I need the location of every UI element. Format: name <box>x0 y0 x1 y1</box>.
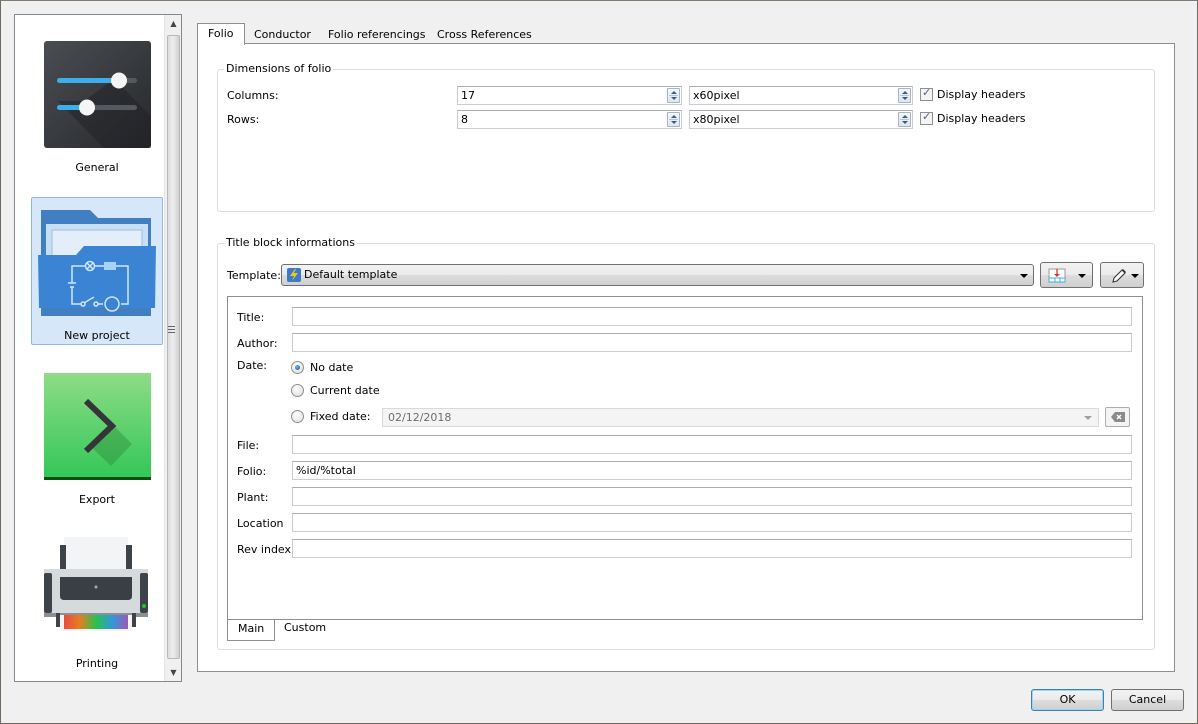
template-label: Template: <box>227 269 281 282</box>
author-input[interactable] <box>292 333 1132 352</box>
file-label: File: <box>237 439 260 452</box>
sliders-icon <box>44 41 151 148</box>
backspace-icon <box>1111 412 1125 422</box>
lightning-icon <box>287 268 301 282</box>
row-height-value: x80pixel <box>693 113 740 126</box>
columns-display-headers-checkbox[interactable]: ✓ <box>920 86 933 101</box>
title-label: Title: <box>237 311 265 324</box>
spinner-arrows-icon[interactable] <box>667 88 680 103</box>
tab-custom[interactable]: Custom <box>274 619 336 639</box>
rows-value: 8 <box>461 113 468 126</box>
sidebar-item-label: General <box>75 161 119 174</box>
fixed-date-input[interactable]: 02/12/2018 <box>382 408 1099 427</box>
edit-template-button[interactable] <box>1100 262 1144 288</box>
columns-label: Columns: <box>227 89 279 102</box>
rows-label: Rows: <box>227 113 260 126</box>
sidebar-scrollbar[interactable]: ▲ ▼ <box>164 15 181 681</box>
file-input[interactable] <box>292 435 1132 454</box>
template-value: Default template <box>304 268 398 281</box>
sidebar-item-new-project[interactable]: New project <box>31 197 163 345</box>
rows-spinbox[interactable]: 8 <box>457 110 682 129</box>
folder-circuit-icon <box>38 210 156 316</box>
no-date-radio[interactable] <box>291 361 304 374</box>
current-date-label: Current date <box>310 384 380 397</box>
sidebar-item-label: Printing <box>75 657 119 670</box>
config-page-list[interactable]: General New project Export Printing ▲ ▼ <box>14 14 182 682</box>
column-width-spinbox[interactable]: x60pixel <box>689 86 913 105</box>
check-icon: ✓ <box>922 110 932 123</box>
chevron-down-icon <box>1131 274 1139 278</box>
no-date-label: No date <box>310 361 354 374</box>
fixed-date-label: Fixed date: <box>310 410 371 423</box>
cancel-button[interactable]: Cancel <box>1111 689 1184 711</box>
author-label: Author: <box>237 337 278 350</box>
rev-index-label: Rev index <box>237 543 292 556</box>
pencil-icon <box>1112 269 1126 283</box>
group-title: Title block informations <box>224 236 357 249</box>
fixed-date-radio[interactable] <box>291 410 304 423</box>
group-title: Dimensions of folio <box>224 62 334 75</box>
chevron-down-icon <box>1020 274 1028 278</box>
columns-value: 17 <box>461 89 475 102</box>
scroll-thumb[interactable] <box>167 35 180 659</box>
fixed-date-value: 02/12/2018 <box>388 411 452 424</box>
ok-button[interactable]: OK <box>1031 689 1104 711</box>
template-combobox[interactable]: Default template <box>281 264 1034 286</box>
rows-display-headers-label: Display headers <box>937 112 1026 125</box>
spinner-arrows-icon[interactable] <box>898 112 911 127</box>
date-label: Date: <box>237 359 267 372</box>
chevron-down-icon <box>1078 274 1086 278</box>
printer-icon <box>44 537 148 631</box>
rows-display-headers-checkbox[interactable]: ✓ <box>920 110 933 125</box>
location-label: Location <box>237 517 284 530</box>
chevron-down-icon <box>1084 416 1092 420</box>
folio-input[interactable]: %id/%total <box>292 461 1132 480</box>
tab-cross-references[interactable]: Cross References <box>427 26 542 45</box>
import-titleblock-icon <box>1048 268 1066 283</box>
title-input[interactable] <box>292 307 1132 326</box>
columns-display-headers-label: Display headers <box>937 88 1026 101</box>
sidebar-item-label: Export <box>78 493 115 506</box>
clear-date-button[interactable] <box>1105 407 1130 427</box>
check-icon: ✓ <box>922 86 932 99</box>
sidebar-item-export[interactable]: Export <box>31 361 163 509</box>
scroll-up-icon[interactable]: ▲ <box>165 15 182 32</box>
folio-label: Folio: <box>237 465 267 478</box>
tab-main[interactable]: Main <box>227 620 276 641</box>
export-arrow-icon <box>44 373 151 480</box>
tab-folio-referencings[interactable]: Folio referencings <box>318 26 436 45</box>
plant-label: Plant: <box>237 491 269 504</box>
columns-spinbox[interactable]: 17 <box>457 86 682 105</box>
sidebar-item-printing[interactable]: Printing <box>31 525 163 673</box>
rev-index-input[interactable] <box>292 539 1132 558</box>
spinner-arrows-icon[interactable] <box>667 112 680 127</box>
row-height-spinbox[interactable]: x80pixel <box>689 110 913 129</box>
column-width-value: x60pixel <box>693 89 740 102</box>
sidebar-item-label: New project <box>64 329 130 342</box>
current-date-radio[interactable] <box>291 384 304 397</box>
import-template-button[interactable] <box>1040 262 1093 288</box>
scroll-grip-icon <box>168 326 175 334</box>
sidebar-item-general[interactable]: General <box>31 29 163 177</box>
scroll-down-icon[interactable]: ▼ <box>165 664 182 681</box>
plant-input[interactable] <box>292 487 1132 506</box>
spinner-arrows-icon[interactable] <box>898 88 911 103</box>
tab-conductor[interactable]: Conductor <box>244 26 321 45</box>
tab-folio[interactable]: Folio <box>197 23 245 45</box>
location-input[interactable] <box>292 513 1132 532</box>
